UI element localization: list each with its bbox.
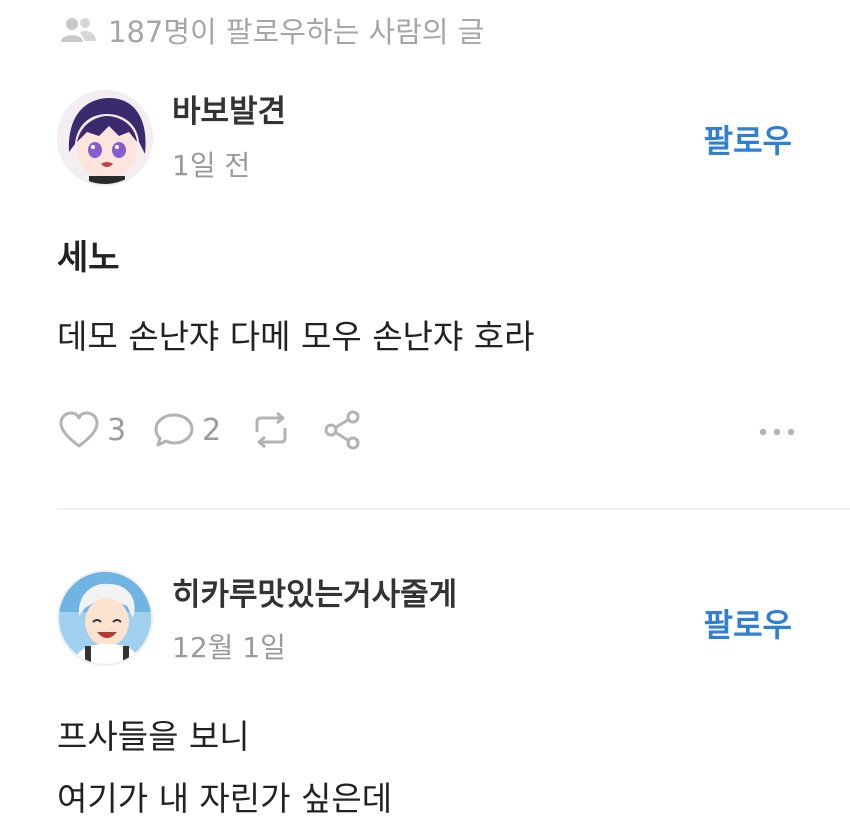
heart-icon: [59, 411, 99, 448]
follow-button[interactable]: 팔로우: [704, 116, 792, 162]
avatar-image: [59, 572, 151, 664]
like-button[interactable]: 3: [57, 410, 126, 450]
avatar-image: [59, 92, 151, 184]
follower-context-text: 187명이 팔로우하는 사람의 글: [108, 15, 485, 49]
post-body-line: 여기가 내 자린가 싶은데: [57, 779, 393, 818]
more-options-button[interactable]: [757, 412, 797, 447]
people-icon: [61, 18, 96, 42]
post: 히카루맛있는거사줄게 12월 1일 팔로우 프사들을 보니 여기가 내 자린가 …: [0, 560, 850, 840]
comment-count: 2: [202, 412, 222, 448]
share-icon: [324, 410, 360, 450]
post-body-line: 프사들을 보니: [57, 717, 250, 756]
share-button[interactable]: [321, 408, 365, 452]
post-actions: 3 2: [57, 402, 797, 458]
more-icon: [759, 428, 795, 436]
post-body: 데모 손난쟈 다메 모우 손난쟈 호라: [57, 317, 535, 356]
like-count: 3: [107, 412, 127, 448]
repost-icon: [255, 411, 287, 449]
author-name[interactable]: 히카루맛있는거사줄게: [172, 569, 457, 614]
follow-button[interactable]: 팔로우: [704, 600, 792, 646]
post-time: 12월 1일: [172, 631, 286, 664]
avatar[interactable]: [57, 90, 153, 186]
follower-context: 187명이 팔로우하는 사람의 글: [58, 10, 485, 50]
post-divider: [57, 508, 850, 510]
comment-button[interactable]: 2: [152, 410, 221, 450]
repost-button[interactable]: [247, 410, 295, 450]
post-time: 1일 전: [172, 149, 251, 182]
avatar[interactable]: [57, 570, 153, 666]
author-name[interactable]: 바보발견: [172, 86, 286, 131]
post-title: 세노: [57, 238, 120, 278]
comment-icon: [154, 413, 194, 447]
post: 바보발견 1일 전 팔로우 세노 데모 손난쟈 다메 모우 손난쟈 호라 3 2: [0, 80, 850, 510]
